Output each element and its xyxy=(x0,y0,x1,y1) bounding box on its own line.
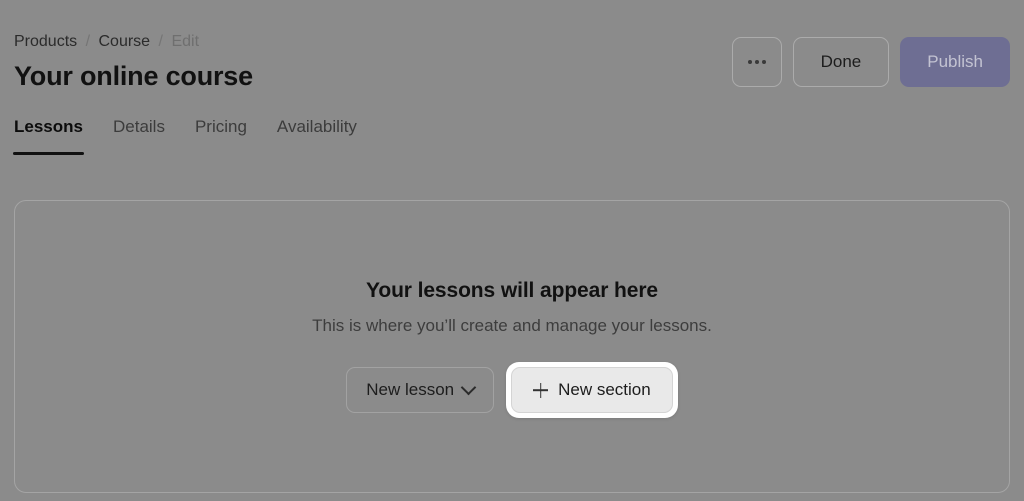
new-section-label: New section xyxy=(558,380,651,399)
breadcrumb: Products / Course / Edit xyxy=(14,34,199,50)
new-lesson-label: New lesson xyxy=(366,380,455,399)
tab-pricing[interactable]: Pricing xyxy=(195,118,247,155)
new-section-focus-ring: New section xyxy=(506,362,678,418)
header-actions: Done Publish xyxy=(731,37,1010,87)
plus-icon xyxy=(533,383,548,398)
new-lesson-button[interactable]: New lesson xyxy=(346,367,495,413)
breadcrumb-item-edit: Edit xyxy=(171,33,200,50)
tab-details[interactable]: Details xyxy=(113,118,165,155)
publish-button[interactable]: Publish xyxy=(900,37,1010,87)
more-options-button[interactable] xyxy=(731,37,782,87)
breadcrumb-separator: / xyxy=(158,33,163,50)
empty-state-subtitle: This is where you’ll create and manage y… xyxy=(312,316,712,335)
empty-state: Your lessons will appear here This is wh… xyxy=(15,279,1009,418)
empty-state-title: Your lessons will appear here xyxy=(366,279,658,302)
chevron-down-icon xyxy=(460,379,477,395)
tab-availability[interactable]: Availability xyxy=(277,118,357,155)
breadcrumb-item-products[interactable]: Products xyxy=(14,33,77,50)
new-section-button[interactable]: New section xyxy=(511,367,673,413)
page-title: Your online course xyxy=(14,61,253,91)
tab-lessons[interactable]: Lessons xyxy=(13,118,84,155)
lessons-card: Your lessons will appear here This is wh… xyxy=(14,200,1010,493)
breadcrumb-item-course[interactable]: Course xyxy=(99,33,151,50)
done-button[interactable]: Done xyxy=(792,37,890,87)
breadcrumb-separator: / xyxy=(85,33,91,50)
tab-bar: Lessons Details Pricing Availability xyxy=(13,118,357,155)
course-edit-page: Products / Course / Edit Your online cou… xyxy=(0,0,1024,501)
page-header: Products / Course / Edit Your online cou… xyxy=(14,0,1010,110)
ellipsis-icon xyxy=(747,60,766,64)
empty-state-actions: New lesson New section xyxy=(15,362,1009,418)
